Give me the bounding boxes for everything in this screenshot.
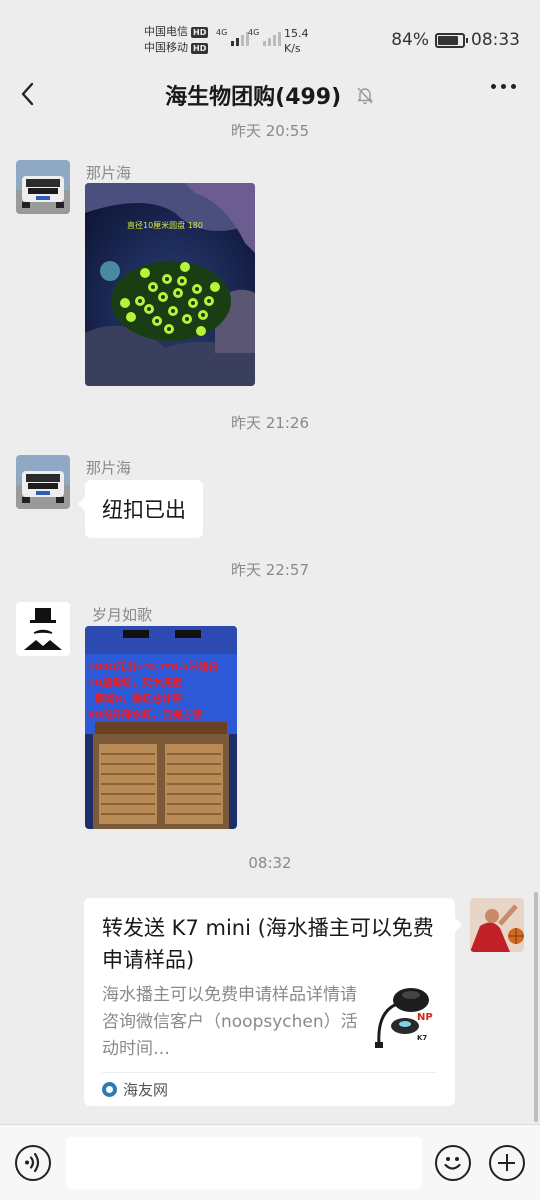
- message-list[interactable]: 昨天 20:55 那片海 直径10厘米圆盘 180 昨天 21:26 那片海 纽…: [0, 122, 540, 1124]
- voice-icon: [25, 1152, 40, 1173]
- sender-name: 那片海: [86, 164, 132, 182]
- chat-title: 海生物团购(499): [165, 85, 342, 110]
- aquarium-photo: 1000元出1*0.7*0.5米超白 10厘鱼缸，实木底柜 底滤8，鱼缸总计带 …: [85, 626, 237, 829]
- carrier-info: 中国电信 HD 中国移动 HD: [144, 24, 209, 56]
- image-text-line: 10厘鱼缸，实木底柜: [88, 676, 182, 689]
- status-bar: 中国电信 HD 中国移动 HD 4G 4G 15.4 K/s 84% 08:33: [0, 0, 540, 68]
- source-name: 海友网: [123, 1081, 169, 1099]
- emoji-button[interactable]: [435, 1145, 471, 1181]
- sender-name: 那片海: [86, 459, 132, 477]
- avatar[interactable]: [470, 898, 524, 952]
- signal-icon: 4G: [248, 28, 282, 46]
- message-input[interactable]: [66, 1137, 422, 1189]
- timestamp: 昨天 22:57: [231, 561, 309, 579]
- hd-badge: HD: [191, 42, 209, 54]
- card-description: 海水播主可以免费申请样品详情请咨询微信客户（noopsychen）活动时间…: [102, 985, 358, 1059]
- clock: 08:33: [471, 30, 520, 50]
- timestamp: 昨天 20:55: [231, 122, 309, 140]
- card-source: 海友网: [102, 1072, 437, 1106]
- voice-button[interactable]: [15, 1145, 51, 1181]
- basketball-avatar-icon: [470, 898, 524, 952]
- more-dots-icon: [491, 84, 496, 89]
- image-caption: 直径10厘米圆盘 180: [127, 220, 203, 230]
- chat-title-area: 海生物团购(499): [0, 79, 540, 111]
- more-button[interactable]: [491, 84, 516, 89]
- card-title: 转发送 K7 mini (海水播主可以免费申请样品): [102, 916, 434, 972]
- avatar[interactable]: [16, 160, 70, 214]
- scrollbar[interactable]: [534, 892, 538, 1122]
- gentleman-avatar-icon: [16, 602, 70, 656]
- plus-button[interactable]: [489, 1145, 525, 1181]
- avatar[interactable]: [16, 602, 70, 656]
- message-text: 纽扣已出: [102, 498, 186, 522]
- input-bar: [0, 1124, 540, 1200]
- battery-percent: 84%: [391, 30, 429, 50]
- link-card[interactable]: 转发送 K7 mini (海水播主可以免费申请样品) 海水播主可以免费申请样品详…: [84, 898, 462, 1106]
- source-logo-icon: [102, 1082, 117, 1097]
- hd-badge: HD: [191, 26, 209, 38]
- image-message[interactable]: 直径10厘米圆盘 180: [85, 183, 255, 386]
- product-lamp-icon: NP K7: [367, 982, 437, 1054]
- image-text-line: 1000元出1*0.7*0.5米超白: [88, 660, 219, 673]
- sender-name: 岁月如歌: [92, 606, 153, 624]
- text-bubble[interactable]: 纽扣已出: [78, 480, 203, 538]
- image-text-line: 底滤8，鱼缸总计带: [95, 692, 182, 705]
- bell-off-icon: [357, 87, 373, 105]
- thumb-model: K7: [417, 1034, 427, 1042]
- timestamp: 昨天 21:26: [231, 414, 309, 432]
- thumb-brand: NP: [417, 1012, 433, 1023]
- card-thumbnail: NP K7: [367, 982, 437, 1054]
- car-avatar-icon: [16, 160, 70, 214]
- coral-photo: 直径10厘米圆盘 180: [85, 183, 255, 386]
- emoji-icon: [444, 1157, 461, 1170]
- carrier-telecom: 中国电信: [144, 25, 188, 38]
- chat-header: 海生物团购(499): [0, 68, 540, 122]
- car-avatar-icon: [16, 455, 70, 509]
- network-speed: 15.4 K/s: [284, 27, 309, 55]
- timestamp: 08:32: [248, 854, 292, 872]
- battery-icon: [435, 32, 468, 48]
- signal-icon: 4G: [216, 28, 250, 46]
- avatar[interactable]: [16, 455, 70, 509]
- carrier-mobile: 中国移动: [144, 41, 188, 54]
- image-text-line: 90的升降水缸，自提方便: [88, 708, 203, 721]
- image-message[interactable]: 1000元出1*0.7*0.5米超白 10厘鱼缸，实木底柜 底滤8，鱼缸总计带 …: [85, 626, 237, 829]
